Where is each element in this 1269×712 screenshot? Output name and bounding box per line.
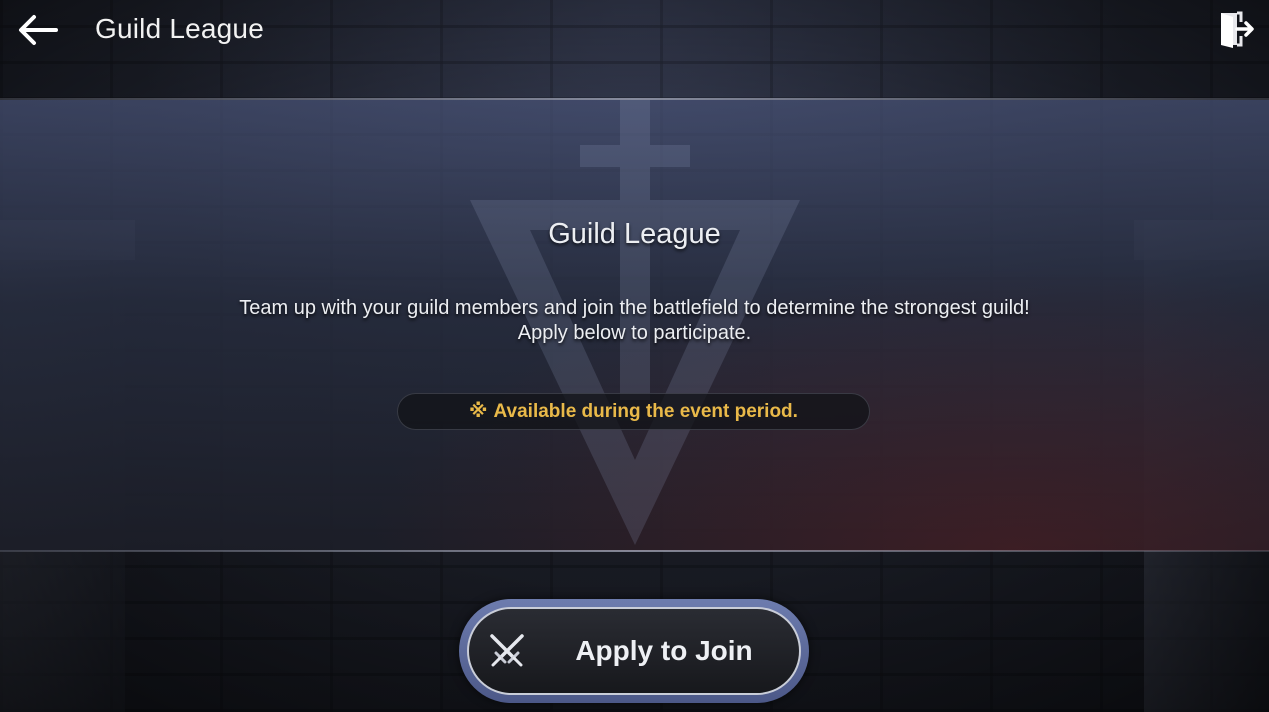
- panel-description: Team up with your guild members and join…: [0, 296, 1269, 346]
- panel-title: Guild League: [548, 218, 721, 250]
- exit-door-icon: [1221, 11, 1254, 48]
- notice-text: Available during the event period.: [493, 401, 798, 422]
- crossed-swords-icon: [490, 634, 524, 667]
- top-bar: Guild League: [0, 0, 1269, 98]
- back-arrow-icon: [19, 15, 58, 45]
- guild-league-screen: Guild League Guild League Team up with y…: [0, 0, 1269, 712]
- apply-button-label: Apply to Join: [575, 635, 753, 666]
- page-title: Guild League: [95, 13, 264, 44]
- apply-button-inner: Apply to Join: [467, 607, 801, 695]
- exit-button[interactable]: [1217, 10, 1255, 48]
- back-button[interactable]: [16, 12, 60, 48]
- description-line-2: Apply below to participate.: [517, 322, 752, 344]
- notice-mark: ※: [469, 401, 488, 422]
- event-period-notice: ※ Available during the event period.: [397, 393, 870, 430]
- description-line-1: Team up with your guild members and join…: [239, 297, 1030, 319]
- apply-to-join-button[interactable]: Apply to Join: [459, 599, 809, 703]
- info-panel: Guild League Team up with your guild mem…: [0, 100, 1269, 551]
- bottom-divider: [0, 550, 1269, 552]
